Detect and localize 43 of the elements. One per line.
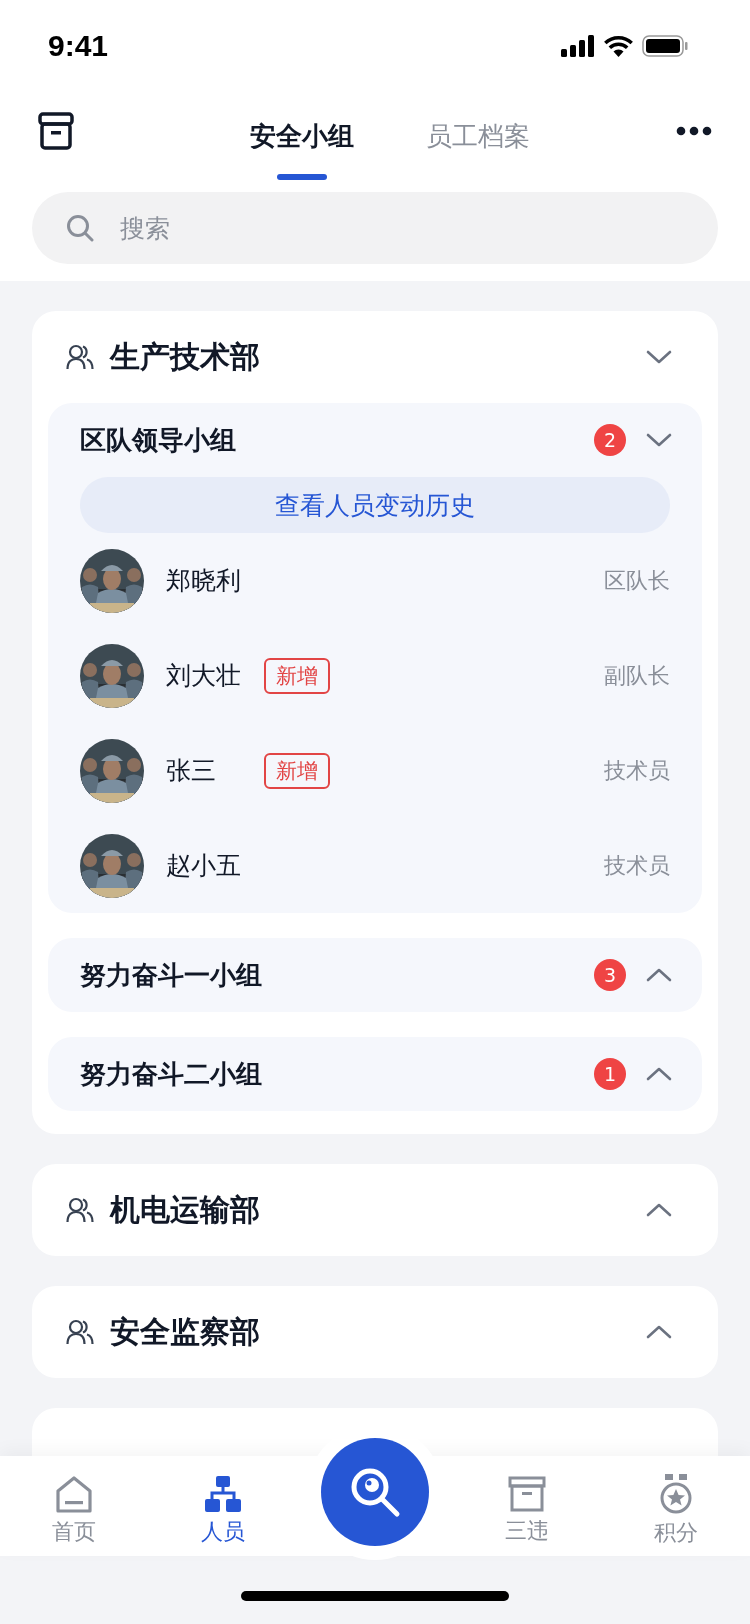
chevron-icon[interactable] bbox=[646, 1066, 672, 1082]
count-badge: 3 bbox=[594, 959, 626, 991]
home-icon bbox=[55, 1475, 94, 1513]
chevron-icon[interactable] bbox=[646, 1202, 672, 1218]
more-icon[interactable] bbox=[676, 125, 712, 136]
people-icon bbox=[66, 344, 94, 370]
group-name[interactable]: 努力奋斗二小组 bbox=[80, 1056, 574, 1092]
status-time: 9:41 bbox=[48, 29, 109, 63]
archive-icon bbox=[508, 1476, 547, 1512]
group-name[interactable]: 努力奋斗一小组 bbox=[80, 957, 574, 993]
member-name[interactable]: 赵小五 bbox=[166, 849, 264, 882]
nav-tab[interactable]: 人员 bbox=[172, 1475, 273, 1547]
member-role: 技术员 bbox=[604, 756, 670, 785]
chevron-icon[interactable] bbox=[646, 967, 672, 983]
people-icon bbox=[66, 1197, 94, 1223]
member-name[interactable]: 刘大壮 bbox=[166, 659, 264, 692]
search-field[interactable]: 搜索 bbox=[32, 192, 718, 264]
member-role: 副队长 bbox=[604, 661, 670, 690]
department-name[interactable]: 机电运输部 bbox=[110, 1189, 630, 1231]
signal-icon bbox=[561, 35, 595, 57]
tab[interactable]: 安全小组 bbox=[250, 97, 354, 180]
group-name[interactable]: 区队领导小组 bbox=[80, 422, 574, 458]
department-name[interactable]: 安全监察部 bbox=[110, 1311, 630, 1353]
chevron-icon[interactable] bbox=[646, 349, 672, 365]
wifi-icon bbox=[603, 35, 634, 57]
count-badge: 1 bbox=[594, 1058, 626, 1090]
archive-icon[interactable] bbox=[38, 111, 74, 150]
battery-icon bbox=[642, 35, 688, 57]
people-icon bbox=[66, 1319, 94, 1345]
department-name[interactable]: 生产技术部 bbox=[110, 336, 630, 378]
org-chart-icon bbox=[203, 1475, 242, 1513]
member-name[interactable]: 张三 bbox=[166, 754, 264, 787]
medal-icon bbox=[658, 1474, 693, 1514]
member-role: 技术员 bbox=[604, 851, 670, 880]
new-tag: 新增 bbox=[264, 657, 330, 694]
history-button[interactable]: 查看人员变动历史 bbox=[80, 477, 670, 533]
chevron-icon[interactable] bbox=[646, 1324, 672, 1340]
chevron-icon[interactable] bbox=[646, 432, 672, 448]
member-role: 区队长 bbox=[604, 566, 670, 595]
search-icon bbox=[66, 214, 94, 242]
new-tag: 新增 bbox=[264, 752, 330, 789]
count-badge: 2 bbox=[594, 424, 626, 456]
member-name[interactable]: 郑晓利 bbox=[166, 564, 264, 597]
